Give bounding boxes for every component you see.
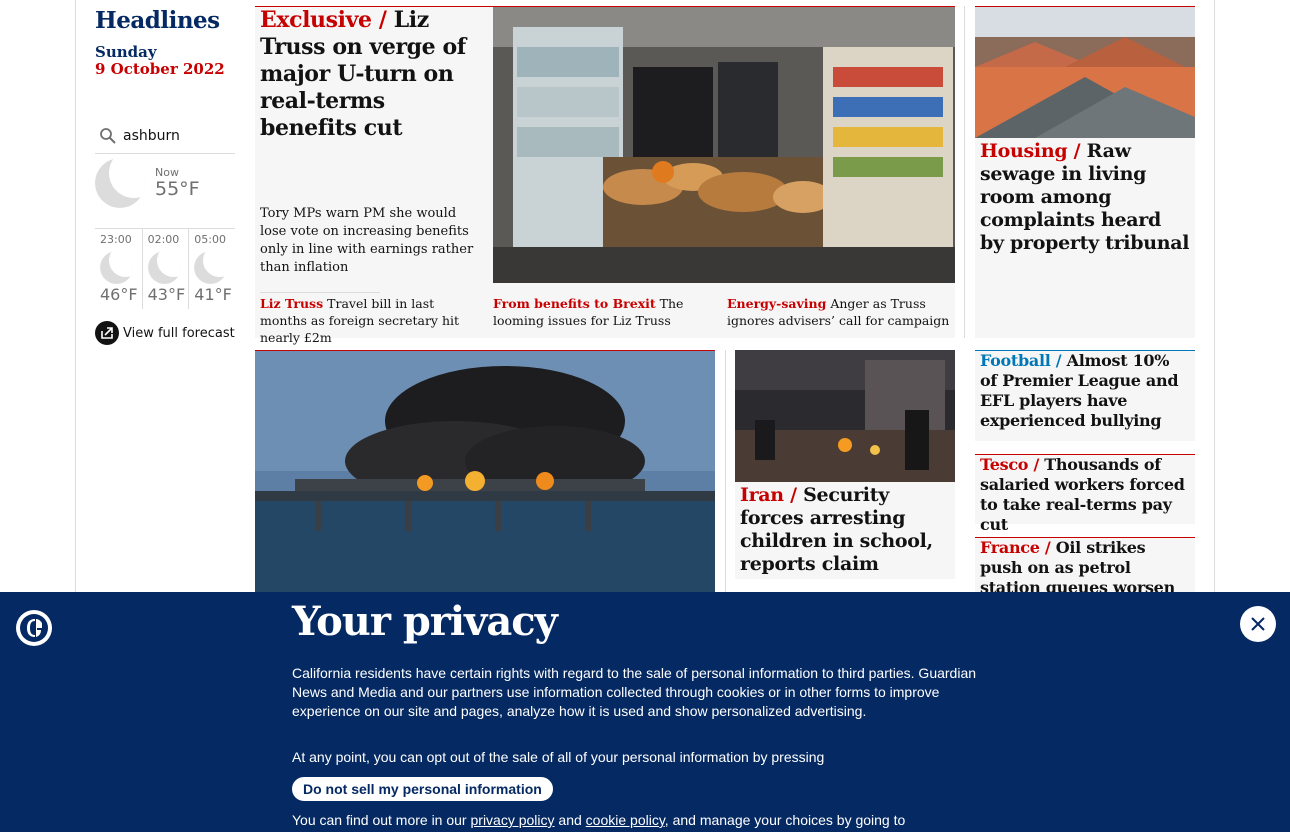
iran-image[interactable] xyxy=(735,350,955,482)
moon-icon xyxy=(147,251,181,284)
forecast-row: 23:00 46°F 02:00 43°F 05:00 41°F xyxy=(95,228,235,309)
sublink-kicker: Liz Truss xyxy=(260,296,324,311)
section-title: Headlines xyxy=(95,7,220,34)
forecast-temp: 43°F xyxy=(147,285,186,304)
forecast-slot: 05:00 41°F xyxy=(188,229,235,309)
moon-icon xyxy=(100,251,133,284)
iran-headline[interactable]: Iran / Security forces arresting childre… xyxy=(740,484,950,576)
date-day: Sunday xyxy=(95,43,157,61)
cookie-policy-link[interactable]: cookie policy xyxy=(586,812,665,828)
column-divider xyxy=(964,6,965,338)
housing-image[interactable] xyxy=(975,7,1195,138)
football-headline[interactable]: Football / Almost 10% of Premier League … xyxy=(980,351,1190,431)
search-icon xyxy=(95,123,121,149)
privacy-paragraph: At any point, you can opt out of the sal… xyxy=(292,749,825,765)
tesco-kicker: Tesco / xyxy=(980,455,1039,474)
privacy-text: and xyxy=(558,812,582,828)
close-icon xyxy=(1251,617,1265,631)
sublinks-rule xyxy=(260,292,380,293)
forecast-time: 23:00 xyxy=(100,233,132,246)
forecast-temp: 41°F xyxy=(194,285,232,304)
lead-standfirst: Tory MPs warn PM she would lose vote on … xyxy=(260,206,474,275)
moon-icon xyxy=(95,158,145,208)
france-headline[interactable]: France / Oil strikes push on as petrol s… xyxy=(980,538,1190,598)
sublink-liz-truss[interactable]: Liz Truss Travel bill in last months as … xyxy=(260,295,485,346)
privacy-paragraph: California residents have certain rights… xyxy=(292,665,977,719)
france-kicker: France / xyxy=(980,538,1051,557)
bridge-fire-image[interactable] xyxy=(255,351,715,592)
moon-icon xyxy=(194,251,228,284)
external-link-icon xyxy=(95,321,119,345)
guardian-logo-icon xyxy=(16,610,52,646)
column-divider xyxy=(725,350,726,592)
forecast-time: 05:00 xyxy=(194,233,226,246)
weather-now-temp: 55°F xyxy=(155,178,200,200)
lead-kicker: Exclusive / xyxy=(260,7,387,33)
view-full-forecast-label[interactable]: View full forecast xyxy=(123,326,235,341)
housing-kicker: Housing / xyxy=(980,140,1081,162)
forecast-slot: 23:00 46°F xyxy=(95,229,142,309)
sublink-kicker: Energy-saving xyxy=(727,296,827,311)
date-full: 9 October 2022 xyxy=(95,60,225,78)
close-banner-button[interactable] xyxy=(1240,606,1276,642)
privacy-policy-link[interactable]: privacy policy xyxy=(471,812,555,828)
weather-location-search[interactable]: ashburn xyxy=(95,118,235,154)
privacy-text: , and manage your choices by going to xyxy=(664,812,906,828)
do-not-sell-button[interactable]: Do not sell my personal information xyxy=(292,777,553,801)
privacy-paragraph: You can find out more in our privacy pol… xyxy=(292,812,905,828)
lead-image[interactable] xyxy=(493,7,955,283)
view-full-forecast-link[interactable]: View full forecast xyxy=(95,321,235,345)
football-kicker: Football / xyxy=(980,351,1062,370)
forecast-slot: 02:00 43°F xyxy=(141,229,189,309)
privacy-title: Your privacy xyxy=(292,598,558,645)
sublink-brexit[interactable]: From benefits to Brexit The looming issu… xyxy=(493,295,718,329)
iran-kicker: Iran / xyxy=(740,484,797,506)
privacy-text: You can find out more in our xyxy=(292,812,467,828)
sublink-kicker: From benefits to Brexit xyxy=(493,296,656,311)
lead-headline[interactable]: Exclusive / Liz Truss on verge of major … xyxy=(260,7,485,142)
privacy-banner: Your privacy California residents have c… xyxy=(0,592,1290,832)
housing-headline[interactable]: Housing / Raw sewage in living room amon… xyxy=(980,140,1190,255)
tesco-headline[interactable]: Tesco / Thousands of salaried workers fo… xyxy=(980,455,1190,535)
forecast-temp: 46°F xyxy=(100,285,138,304)
weather-location[interactable]: ashburn xyxy=(123,128,180,144)
sublink-energy[interactable]: Energy-saving Anger as Truss ignores adv… xyxy=(727,295,952,329)
forecast-time: 02:00 xyxy=(147,233,180,246)
